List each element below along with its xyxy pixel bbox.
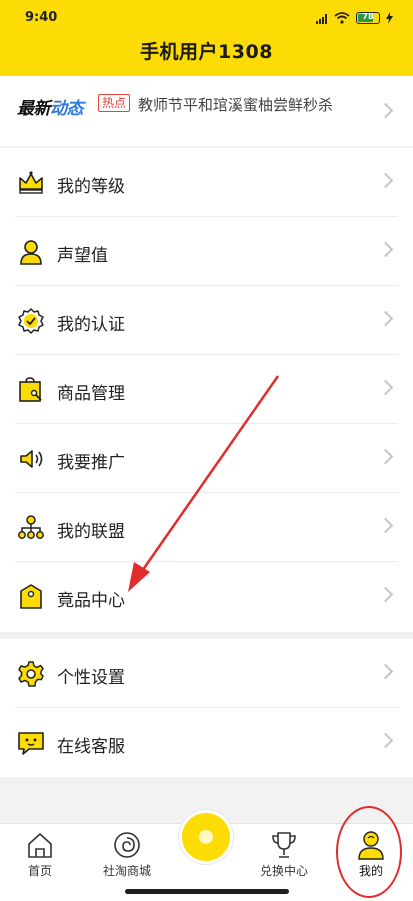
trophy-icon [272, 832, 296, 858]
swirl-icon [114, 832, 140, 858]
shopping-bag-icon [19, 377, 42, 402]
chat-bubble-icon [18, 732, 44, 755]
chevron-right-icon [377, 379, 394, 396]
battery-level: 78 [362, 12, 374, 21]
menu-item-competitor-center[interactable]: 竟品中心 [0, 562, 413, 631]
page-header: 手机用户1308 [0, 36, 413, 76]
status-bar: 9:40 78 [0, 0, 413, 36]
chevron-right-icon [377, 663, 394, 680]
menu-list: 我的等级 声望值 我的认证 商品管理 我要推广 我的联盟 竟品中心 [0, 148, 413, 632]
chevron-right-icon [377, 102, 394, 119]
menu-item-label: 竟品中心 [57, 591, 125, 611]
chevron-right-icon [377, 732, 394, 749]
menu-item-label: 我的联盟 [57, 522, 125, 542]
menu-item-promote[interactable]: 我要推广 [0, 424, 413, 493]
home-icon [28, 833, 52, 858]
home-indicator [125, 889, 289, 894]
chevron-right-icon [377, 586, 394, 603]
speaker-icon [20, 450, 43, 468]
tab-exchange-center[interactable]: 兑换中心 [244, 830, 324, 879]
tab-label: 社淘商城 [102, 864, 151, 878]
verified-badge-icon [18, 308, 44, 334]
news-ticker[interactable]: 最新动态 热点 教师节平和琯溪蜜柚尝鲜秒杀 [0, 76, 413, 146]
chevron-right-icon [377, 310, 394, 327]
menu-item-label: 个性设置 [57, 668, 125, 688]
tab-label: 兑换中心 [259, 864, 308, 878]
crown-icon [19, 171, 43, 194]
center-circle-icon [199, 830, 213, 844]
tab-home[interactable]: 首页 [0, 830, 80, 879]
price-tag-icon [20, 584, 42, 609]
settings-list: 个性设置 在线客服 [0, 639, 413, 777]
status-icons: 78 [316, 11, 393, 25]
menu-item-label: 声望值 [57, 246, 108, 266]
signal-icon [316, 13, 328, 24]
news-logo: 最新动态 [17, 94, 84, 119]
menu-item-personal-settings[interactable]: 个性设置 [0, 639, 413, 708]
menu-item-certification[interactable]: 我的认证 [0, 286, 413, 355]
menu-item-label: 我的等级 [57, 177, 125, 197]
chevron-right-icon [377, 448, 394, 465]
charging-icon [386, 12, 393, 24]
status-time: 9:40 [25, 10, 58, 25]
tab-label: 首页 [27, 864, 52, 878]
center-action-button[interactable] [179, 810, 233, 864]
chevron-right-icon [377, 172, 394, 189]
chevron-right-icon [377, 241, 394, 258]
page-title: 手机用户1308 [140, 41, 273, 63]
wifi-icon [334, 12, 350, 24]
news-logo-part2: 动态 [50, 99, 84, 119]
menu-item-label: 我要推广 [57, 453, 125, 473]
gear-icon [18, 661, 44, 687]
hot-tag: 热点 [98, 94, 131, 112]
menu-item-alliance[interactable]: 我的联盟 [0, 493, 413, 562]
menu-item-online-service[interactable]: 在线客服 [0, 708, 413, 777]
chevron-right-icon [377, 517, 394, 534]
menu-item-product-management[interactable]: 商品管理 [0, 355, 413, 424]
battery-icon: 78 [356, 12, 380, 24]
user-icon [20, 240, 42, 265]
menu-item-reputation[interactable]: 声望值 [0, 217, 413, 286]
menu-item-label: 在线客服 [57, 737, 125, 757]
org-chart-icon [18, 515, 44, 539]
news-headline[interactable]: 教师节平和琯溪蜜柚尝鲜秒杀 [138, 94, 333, 115]
menu-item-label: 我的认证 [57, 315, 125, 335]
news-logo-part1: 最新 [17, 99, 51, 119]
menu-item-label: 商品管理 [57, 384, 125, 404]
annotation-ellipse [336, 806, 402, 898]
tab-mall[interactable]: 社淘商城 [87, 830, 167, 879]
menu-item-level[interactable]: 我的等级 [0, 148, 413, 217]
